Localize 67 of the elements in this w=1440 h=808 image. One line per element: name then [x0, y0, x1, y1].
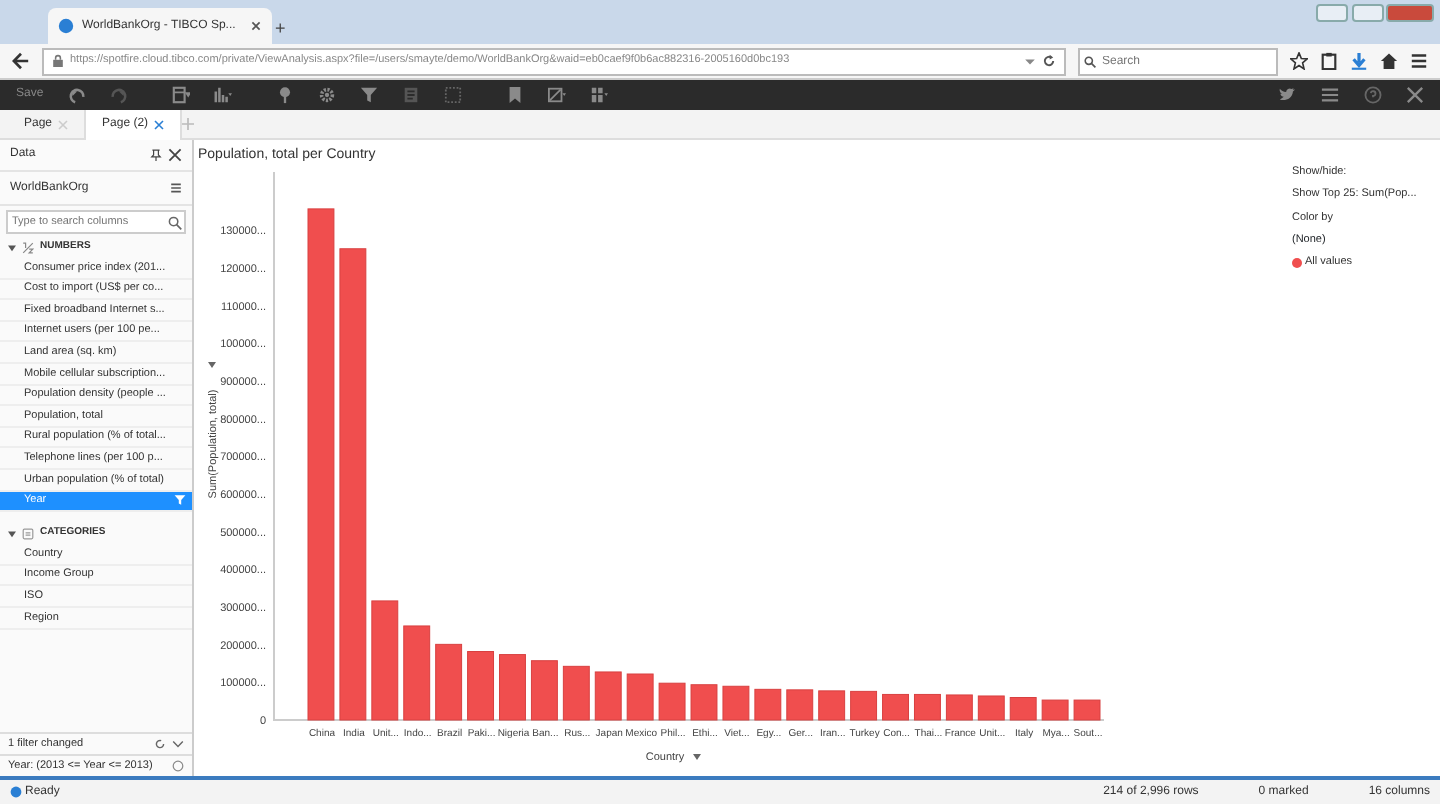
bird-icon[interactable]: [1278, 86, 1296, 104]
gear-icon[interactable]: [317, 86, 336, 104]
bar-chart-icon[interactable]: [213, 86, 232, 104]
bar[interactable]: [626, 673, 654, 721]
search-icon: [168, 215, 182, 229]
close-icon[interactable]: [168, 148, 182, 162]
bar[interactable]: [562, 665, 590, 721]
bar[interactable]: [307, 208, 335, 721]
close-icon[interactable]: [1406, 86, 1424, 104]
bar[interactable]: [850, 690, 878, 721]
bar[interactable]: [594, 671, 622, 721]
close-window-button[interactable]: [1386, 3, 1434, 21]
download-icon[interactable]: [1350, 52, 1368, 70]
bar[interactable]: [754, 688, 782, 721]
bar[interactable]: [530, 660, 558, 721]
pin-icon[interactable]: [150, 148, 162, 162]
redo-icon[interactable]: [109, 86, 128, 104]
dropdown-icon[interactable]: [1024, 55, 1036, 67]
back-arrow-icon[interactable]: [12, 52, 30, 70]
collapse-arrow-icon: [8, 530, 16, 539]
bar[interactable]: [882, 693, 909, 721]
bar[interactable]: [722, 685, 750, 721]
numbers-icon: [22, 242, 34, 254]
pin-icon[interactable]: [275, 86, 294, 104]
bar[interactable]: [371, 600, 399, 721]
bar[interactable]: [786, 689, 814, 721]
bar[interactable]: [945, 694, 973, 721]
new-tab-button[interactable]: +: [275, 12, 286, 44]
bar[interactable]: [658, 682, 686, 721]
menu-icon[interactable]: [1410, 52, 1428, 70]
bar[interactable]: [914, 693, 941, 721]
layout-icon[interactable]: [589, 86, 608, 104]
menu-icon[interactable]: [170, 182, 182, 194]
bar[interactable]: [818, 690, 846, 721]
table-icon[interactable]: [171, 86, 190, 104]
star-icon[interactable]: [1290, 52, 1308, 70]
details-icon[interactable]: [401, 86, 420, 104]
search-icon: [1084, 55, 1096, 67]
maximize-button[interactable]: [1351, 3, 1383, 21]
clipboard-icon[interactable]: [1320, 52, 1338, 70]
bookmark-icon[interactable]: [505, 86, 524, 104]
filter-icon[interactable]: [359, 86, 378, 104]
dropdown-icon[interactable]: [693, 754, 701, 760]
bar[interactable]: [435, 643, 463, 721]
lock-icon: [52, 54, 64, 68]
undo-icon[interactable]: [67, 86, 86, 104]
bar[interactable]: [690, 684, 718, 721]
bar[interactable]: [403, 625, 431, 721]
collapse-arrow-icon: [8, 244, 16, 252]
bar[interactable]: [339, 248, 367, 721]
help-icon[interactable]: [1364, 86, 1382, 104]
dotted-grid-icon[interactable]: [443, 86, 462, 104]
bar[interactable]: [1041, 699, 1069, 721]
categories-icon: [22, 528, 34, 541]
bar[interactable]: [1073, 699, 1101, 721]
image-icon[interactable]: [547, 86, 566, 104]
home-icon[interactable]: [1380, 52, 1398, 70]
dropdown-icon[interactable]: [208, 362, 216, 368]
bar[interactable]: [1009, 697, 1037, 721]
minimize-button[interactable]: [1316, 3, 1348, 21]
status-dot-icon: [10, 786, 22, 798]
globe-icon: [58, 18, 74, 34]
close-icon[interactable]: [250, 20, 262, 32]
bar[interactable]: [977, 695, 1005, 721]
reload-icon[interactable]: [1042, 54, 1056, 68]
close-icon[interactable]: [154, 119, 165, 129]
chevron-down-icon[interactable]: [172, 738, 184, 750]
